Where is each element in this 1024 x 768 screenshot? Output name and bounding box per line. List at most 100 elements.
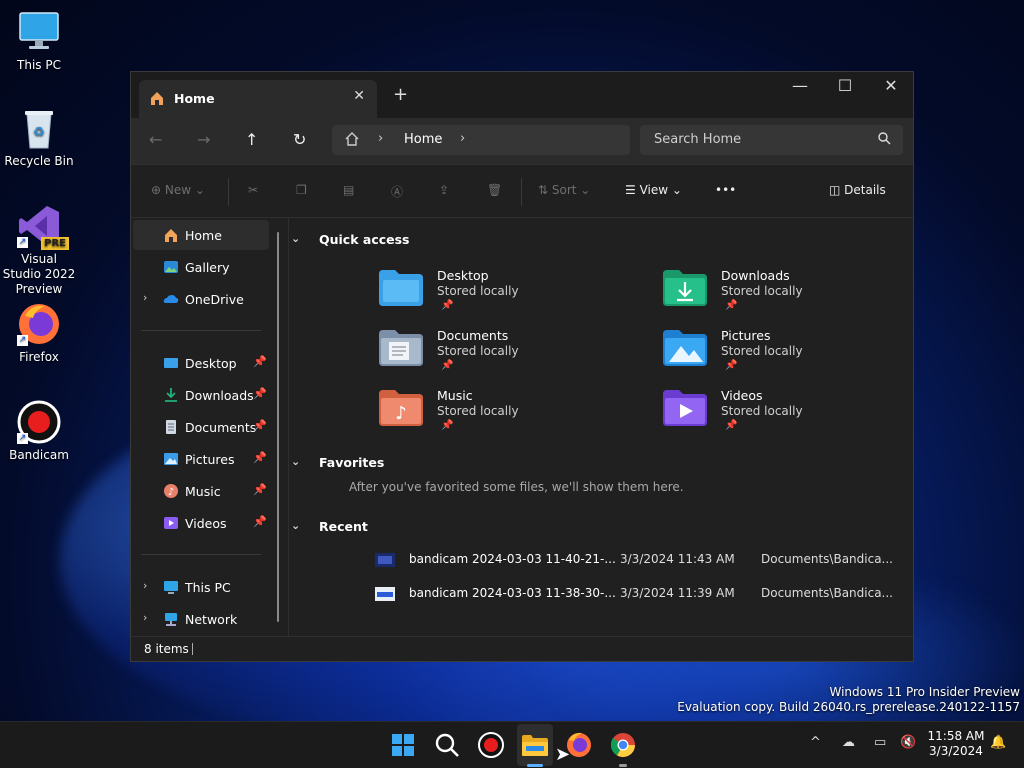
pin-icon[interactable]: 📌 xyxy=(253,355,267,368)
system-clock[interactable]: 11:58 AM 3/3/2024 xyxy=(920,729,992,759)
chevron-right-icon[interactable]: › xyxy=(143,611,147,624)
breadcrumb-separator[interactable]: › xyxy=(460,131,465,146)
quick-access-desktop[interactable]: Desktop Stored locally 📌 xyxy=(379,268,619,324)
quick-access-downloads[interactable]: Downloads Stored locally 📌 xyxy=(663,268,903,324)
sidebar-item-music[interactable]: ♪ Music 📌 xyxy=(133,476,269,506)
new-button[interactable]: ⊕ New ⌄ xyxy=(151,183,205,197)
sidebar-item-label: This PC xyxy=(185,580,231,595)
copy-icon[interactable]: ❐ xyxy=(296,183,307,197)
chrome-icon xyxy=(610,733,635,758)
pin-icon[interactable]: 📌 xyxy=(253,419,267,432)
sidebar-item-pictures[interactable]: Pictures 📌 xyxy=(133,444,269,474)
start-button[interactable] xyxy=(388,730,418,760)
chevron-down-icon[interactable]: ⌄ xyxy=(291,232,300,245)
chevron-right-icon[interactable]: › xyxy=(143,291,147,304)
close-window-button[interactable]: ✕ xyxy=(869,76,913,95)
recent-file-name: bandicam 2024-03-03 11-40-21-... xyxy=(409,552,616,566)
sidebar-item-label: Documents xyxy=(185,420,257,435)
search-button[interactable] xyxy=(432,730,462,760)
music-icon: ♪ xyxy=(163,483,179,499)
sort-button[interactable]: ⇅ Sort ⌄ xyxy=(538,183,590,197)
taskbar-chrome[interactable] xyxy=(608,730,638,760)
status-bar: 8 items xyxy=(131,636,913,661)
home-icon xyxy=(344,131,360,150)
desktop-icon-visual-studio[interactable]: PRE ↗ Visual Studio 2022 Preview xyxy=(1,204,77,297)
notifications-bell-icon[interactable]: 🔔 xyxy=(990,735,1006,750)
desktop-icon-bandicam[interactable]: ↗ Bandicam xyxy=(1,400,77,462)
videos-icon xyxy=(163,515,179,531)
volume-muted-icon[interactable]: 🔇 xyxy=(900,735,916,750)
pin-icon[interactable]: 📌 xyxy=(253,387,267,400)
sidebar-item-this-pc[interactable]: › This PC xyxy=(133,572,269,602)
quick-access-documents[interactable]: Documents Stored locally 📌 xyxy=(379,328,619,384)
this-pc-icon xyxy=(163,579,179,595)
running-indicator xyxy=(527,764,543,767)
tab-close-button[interactable]: ✕ xyxy=(353,88,365,104)
sidebar-item-label: Network xyxy=(185,612,238,627)
sidebar-item-onedrive[interactable]: › OneDrive xyxy=(133,284,269,314)
quick-access-music[interactable]: ♪ Music Stored locally 📌 xyxy=(379,388,619,444)
share-icon[interactable]: ⇪ xyxy=(439,183,449,197)
taskbar-file-explorer[interactable] xyxy=(520,730,550,760)
recent-file-row[interactable]: bandicam 2024-03-03 11-40-21-... 3/3/202… xyxy=(375,550,895,572)
cut-icon[interactable]: ✂ xyxy=(248,183,258,197)
network-status-icon[interactable]: ▭ xyxy=(874,735,886,750)
desktop-icon-this-pc[interactable]: This PC xyxy=(1,10,77,72)
search-box[interactable]: Search Home xyxy=(640,125,903,155)
desktop-icon-label: Visual Studio 2022 Preview xyxy=(2,252,76,296)
tab-home[interactable]: Home ✕ xyxy=(139,80,377,118)
pin-icon[interactable]: 📌 xyxy=(253,483,267,496)
details-pane-button[interactable]: ◫ Details xyxy=(829,183,886,197)
recent-file-row[interactable]: bandicam 2024-03-03 11-38-30-... 3/3/202… xyxy=(375,584,895,606)
new-tab-button[interactable]: + xyxy=(393,84,408,105)
rename-icon[interactable]: Ⓐ xyxy=(391,183,403,200)
sidebar-item-label: Music xyxy=(185,484,221,499)
sidebar-divider xyxy=(141,554,261,555)
tray-expand-button[interactable]: ^ xyxy=(810,735,821,750)
view-button[interactable]: ☰ View ⌄ xyxy=(625,183,682,197)
recent-header[interactable]: ⌄ Recent xyxy=(291,519,368,534)
chevron-right-icon[interactable]: › xyxy=(143,579,147,592)
sidebar-scrollbar[interactable] xyxy=(277,232,279,622)
more-options-button[interactable]: ••• xyxy=(715,183,736,197)
desktop-icon-recycle-bin[interactable]: ♻ Recycle Bin xyxy=(1,106,77,168)
sidebar-item-desktop[interactable]: Desktop 📌 xyxy=(133,348,269,378)
onedrive-offline-icon[interactable]: ☁ xyxy=(842,735,855,750)
recent-file-location: Documents\Bandica... xyxy=(761,552,893,566)
up-button[interactable]: ↑ xyxy=(245,130,258,149)
sidebar-item-label: Videos xyxy=(185,516,227,531)
sidebar-item-gallery[interactable]: Gallery xyxy=(133,252,269,282)
sidebar-item-network[interactable]: › Network xyxy=(133,604,269,634)
desktop-icon-firefox[interactable]: ↗ Firefox xyxy=(1,302,77,364)
divider xyxy=(521,178,522,206)
forward-button[interactable]: → xyxy=(197,130,210,149)
quick-access-pictures[interactable]: Pictures Stored locally 📌 xyxy=(663,328,903,384)
maximize-button[interactable]: ☐ xyxy=(823,76,867,95)
refresh-button[interactable]: ↻ xyxy=(293,130,306,149)
breadcrumb-home[interactable]: Home xyxy=(404,132,442,147)
minimize-button[interactable]: — xyxy=(778,76,822,95)
divider xyxy=(228,178,229,206)
pin-icon: 📌 xyxy=(441,420,454,431)
sort-label: Sort xyxy=(551,183,577,197)
favorites-header[interactable]: ⌄ Favorites xyxy=(291,455,384,470)
sidebar-item-documents[interactable]: Documents 📌 xyxy=(133,412,269,442)
quick-access-header[interactable]: ⌄ Quick access xyxy=(291,232,410,247)
taskbar-bandicam[interactable] xyxy=(476,730,506,760)
delete-icon[interactable]: 🗑 xyxy=(487,183,502,197)
pin-icon[interactable]: 📌 xyxy=(253,451,267,464)
chevron-down-icon[interactable]: ⌄ xyxy=(291,519,300,532)
desktop-icon-label: Bandicam xyxy=(9,448,69,462)
folder-status: Stored locally xyxy=(437,284,519,298)
breadcrumb-separator[interactable]: › xyxy=(378,131,383,146)
pin-icon[interactable]: 📌 xyxy=(253,515,267,528)
sidebar-item-home[interactable]: Home xyxy=(133,220,269,250)
sidebar-item-videos[interactable]: Videos 📌 xyxy=(133,508,269,538)
back-button[interactable]: ← xyxy=(149,130,162,149)
paste-icon[interactable]: ▤ xyxy=(343,183,354,197)
chevron-down-icon[interactable]: ⌄ xyxy=(291,455,300,468)
address-bar[interactable]: › Home › xyxy=(332,125,630,155)
sidebar-item-downloads[interactable]: Downloads 📌 xyxy=(133,380,269,410)
preview-badge: PRE xyxy=(41,237,69,250)
quick-access-videos[interactable]: Videos Stored locally 📌 xyxy=(663,388,903,444)
